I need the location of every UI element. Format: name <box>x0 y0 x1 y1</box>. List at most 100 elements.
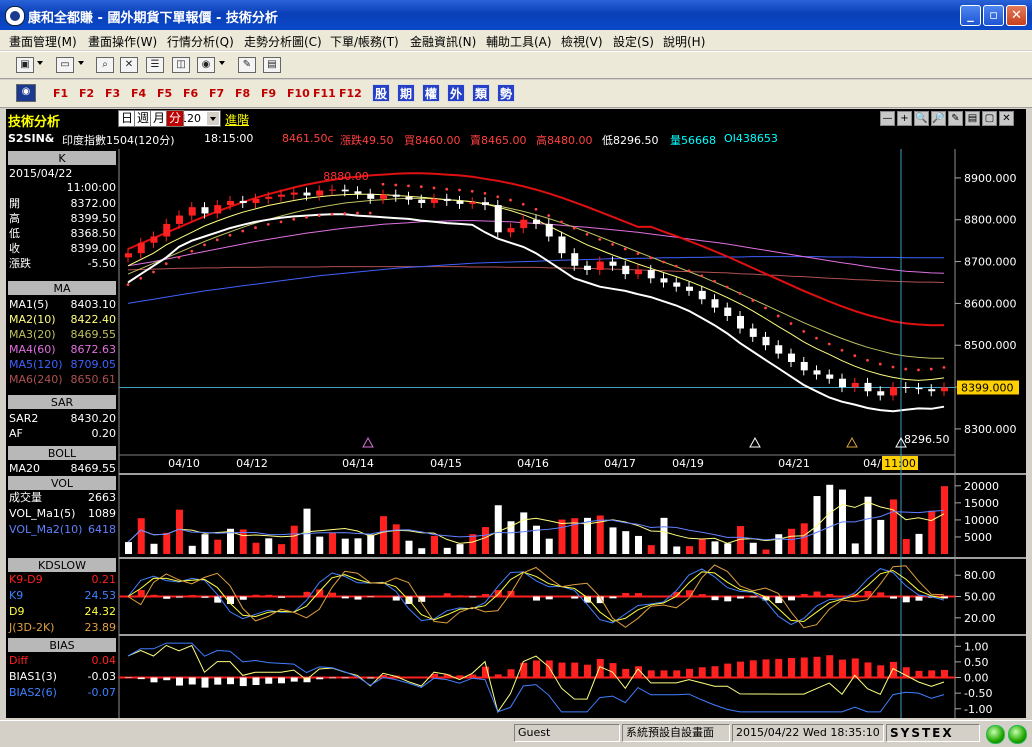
quick-button-1[interactable]: 期 <box>397 84 415 102</box>
window-list-dropdown-icon[interactable] <box>37 61 43 65</box>
chart-area[interactable]: K 2015/04/22 11:00:00 開 8372.00 高 8399.50 低 8368… <box>6 149 1026 718</box>
bias-diff-bar-58 <box>864 662 872 678</box>
menu-item-2[interactable]: 行情分析(Q) <box>167 33 234 50</box>
candle-body-48 <box>737 315 744 329</box>
bias-row-0-value: 0.04 <box>92 654 117 667</box>
fkey-f1[interactable]: F1 <box>53 87 68 100</box>
k-row-0-value: 8372.00 <box>71 197 117 210</box>
maximize-button[interactable]: ▫ <box>983 5 1004 26</box>
quick-button-4[interactable]: 類 <box>472 84 490 102</box>
fkey-f5[interactable]: F5 <box>157 87 172 100</box>
cursor-time: 11:00 <box>884 457 916 470</box>
kd-diff-bar-28 <box>482 594 489 597</box>
fkey-f8[interactable]: F8 <box>235 87 250 100</box>
bias-diff-bar-35 <box>571 662 579 678</box>
close-window-icon[interactable]: ✕ <box>120 57 138 73</box>
ma-row-4-label: MA5(120) <box>9 358 63 371</box>
sar-row-1-value: 0.20 <box>92 427 117 440</box>
fkey-f3[interactable]: F3 <box>105 87 120 100</box>
quick-button-5[interactable]: 勢 <box>497 84 515 102</box>
menu-item-7[interactable]: 檢視(V) <box>561 33 603 50</box>
period-button-3[interactable]: 分 <box>166 110 185 127</box>
fkey-f7[interactable]: F7 <box>209 87 224 100</box>
info-dropdown-icon[interactable] <box>219 61 225 65</box>
kd-diff-bar-11 <box>265 594 273 597</box>
candle-body-16 <box>329 189 336 191</box>
technical-chart[interactable]: K 2015/04/2211:00:00 開 8372.00 高 8399.50 低 8368… <box>6 149 1026 718</box>
advanced-link[interactable]: 進階 <box>225 111 249 128</box>
menu-item-1[interactable]: 畫面操作(W) <box>88 33 157 50</box>
menu-item-0[interactable]: 畫面管理(M) <box>9 33 77 50</box>
bias-diff-bar-12 <box>278 677 285 684</box>
monitor-dropdown-icon[interactable] <box>78 61 84 65</box>
bias-diff-bar-7 <box>214 677 222 685</box>
volume-bar-17 <box>341 538 349 554</box>
kd-diff-bar-54 <box>813 591 821 597</box>
search-icon[interactable]: ⌕ <box>96 57 114 73</box>
bias-diff-bar-11 <box>265 677 273 684</box>
chart-tool-icon-3[interactable]: 🔎 <box>931 111 946 126</box>
sar-row-0-value: 8430.20 <box>71 412 117 425</box>
bias-row-2-value: -0.07 <box>88 686 116 699</box>
date-label-5: 04/17 <box>604 457 636 470</box>
fkey-f2[interactable]: F2 <box>79 87 94 100</box>
chart-tool-icon-2[interactable]: 🔍 <box>914 111 929 126</box>
fkey-f10[interactable]: F10 <box>287 87 310 100</box>
menu-item-9[interactable]: 說明(H) <box>663 33 705 50</box>
menu-item-4[interactable]: 下單/帳務(T) <box>330 33 399 50</box>
chart-tool-icon-1[interactable]: + <box>897 111 912 126</box>
chart-tool-icon-5[interactable]: ▤ <box>965 111 980 126</box>
candle-body-9 <box>239 200 247 204</box>
fkey-f4[interactable]: F4 <box>131 87 146 100</box>
tile-icon[interactable]: ☰ <box>146 57 164 73</box>
quick-button-3[interactable]: 外 <box>447 84 465 102</box>
kd-diff-bar-31 <box>520 596 528 597</box>
home-icon[interactable]: ◉ <box>16 84 36 102</box>
split-icon[interactable]: ◫ <box>172 57 190 73</box>
screen-icon[interactable]: ▤ <box>263 57 281 73</box>
chart-bg <box>6 149 1026 718</box>
kd-axis-label-1: 50.00 <box>964 591 996 604</box>
vol-row-0-value: 2663 <box>88 491 116 504</box>
candle-body-31 <box>520 219 528 229</box>
chart-tool-icon-0[interactable]: — <box>880 111 895 126</box>
candle-body-26 <box>456 200 464 204</box>
window-list-icon[interactable]: ▣ <box>16 57 34 73</box>
menu-item-6[interactable]: 輔助工具(A) <box>486 33 552 50</box>
volume-bar-59 <box>877 519 885 554</box>
bias-row-2-label: BIAS2(6) <box>9 686 57 699</box>
quick-button-0[interactable]: 股 <box>372 84 390 102</box>
quick-button-2[interactable]: 權 <box>422 84 440 102</box>
candle-body-61 <box>902 387 910 389</box>
menu-item-3[interactable]: 走勢分析圖(C) <box>244 33 322 50</box>
kd-diff-bar-12 <box>278 596 285 598</box>
fkey-f6[interactable]: F6 <box>183 87 198 100</box>
edit-icon[interactable]: ✎ <box>238 57 256 73</box>
bias-diff-bar-13 <box>290 677 298 682</box>
kd-diff-bar-45 <box>698 594 706 597</box>
chart-tool-icon-7[interactable]: ✕ <box>999 111 1014 126</box>
minimize-button[interactable]: _ <box>960 5 981 26</box>
fkey-f11[interactable]: F11 <box>313 87 336 100</box>
sar-dot-28 <box>483 191 487 195</box>
menu-item-8[interactable]: 設定(S) <box>613 33 654 50</box>
fkey-f12[interactable]: F12 <box>339 87 362 100</box>
chart-tool-icon-6[interactable]: ▢ <box>982 111 997 126</box>
high-annotation: 8880.00 <box>323 170 369 183</box>
sar-dot-64 <box>942 366 946 369</box>
k-row-0-label: 開 <box>9 197 20 210</box>
close-button[interactable]: ✕ <box>1006 5 1027 26</box>
chevron-down-icon <box>207 112 219 125</box>
sar-dot-46 <box>713 279 716 283</box>
bias-diff-bar-29 <box>494 674 502 678</box>
bias-diff-bar-52 <box>788 657 795 678</box>
kd-diff-bar-7 <box>214 596 222 603</box>
fkey-f9[interactable]: F9 <box>261 87 276 100</box>
volume-bar-64 <box>941 486 948 554</box>
candle-body-2 <box>150 236 158 243</box>
menu-item-5[interactable]: 金融資訊(N) <box>410 33 476 50</box>
bias-diff-bar-34 <box>558 662 566 678</box>
monitor-icon[interactable]: ▭ <box>56 57 74 73</box>
info-icon[interactable]: ◉ <box>197 57 215 73</box>
chart-tool-icon-4[interactable]: ✎ <box>948 111 963 126</box>
